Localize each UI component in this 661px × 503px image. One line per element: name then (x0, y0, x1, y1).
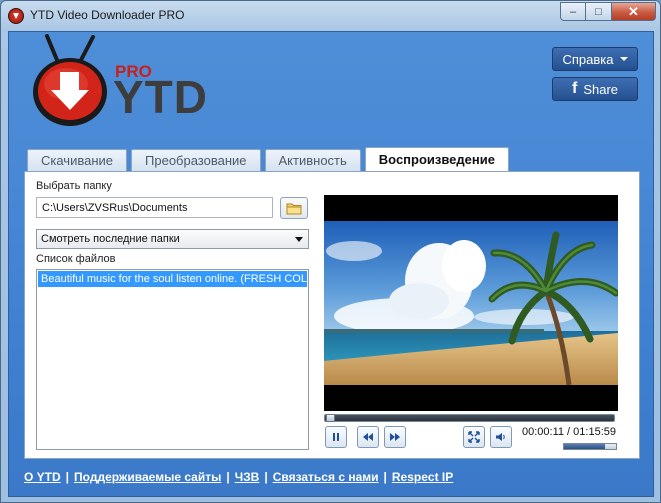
facebook-icon: f (571, 80, 578, 97)
share-label: Share (583, 81, 619, 97)
tab-activity[interactable]: Активность (264, 149, 361, 171)
link-supported-sites[interactable]: Поддерживаемые сайты (74, 470, 221, 484)
window-controls: – □ ✕ (560, 2, 656, 21)
link-faq[interactable]: ЧЗВ (235, 470, 260, 484)
pause-icon (333, 433, 339, 441)
maximize-icon: □ (595, 5, 602, 18)
folder-path-input[interactable]: C:\Users\ZVSRus\Documents (36, 197, 273, 218)
recent-folders-value: Смотреть последние папки (41, 233, 180, 245)
folder-label: Выбрать папку (36, 180, 112, 192)
help-label: Справка (562, 51, 614, 67)
share-button[interactable]: f Share (552, 77, 638, 101)
volume-slider[interactable] (563, 443, 617, 450)
logo-ytd-text: YTD (113, 71, 208, 123)
speaker-icon (496, 433, 505, 441)
close-icon: ✕ (628, 3, 639, 19)
video-player[interactable] (324, 195, 618, 411)
browse-folder-button[interactable] (280, 197, 308, 219)
video-frame (324, 221, 618, 385)
caret-down-icon (619, 57, 628, 61)
pause-button[interactable] (325, 426, 347, 448)
fullscreen-button[interactable] (463, 426, 485, 448)
folder-icon (286, 203, 302, 214)
tab-label: Преобразование (145, 153, 247, 168)
tab-label: Активность (278, 153, 347, 168)
maximize-button[interactable]: □ (586, 2, 612, 21)
time-display: 00:00:11 / 01:15:59 (522, 426, 616, 438)
link-contact[interactable]: Связаться с нами (273, 470, 379, 484)
main-area: PRO YTD Справка f Share Скачивание Преоб… (8, 31, 654, 497)
fullscreen-icon (468, 431, 480, 443)
seek-thumb[interactable] (325, 414, 335, 422)
tab-convert[interactable]: Преобразование (131, 149, 261, 171)
tab-playback[interactable]: Воспроизведение (364, 147, 509, 171)
volume-level (564, 444, 605, 449)
separator: | (226, 470, 230, 484)
app-window: YTD Video Downloader PRO – □ ✕ PRO YTD С… (0, 0, 661, 503)
tab-download[interactable]: Скачивание (27, 149, 128, 171)
title-bar[interactable]: YTD Video Downloader PRO – □ ✕ (1, 1, 660, 31)
seek-bar[interactable] (324, 414, 615, 422)
separator: | (383, 470, 387, 484)
file-list[interactable]: Beautiful music for the soul listen onli… (36, 269, 309, 450)
dropdown-arrow-icon (295, 237, 303, 242)
fast-forward-button[interactable] (384, 426, 406, 448)
help-button[interactable]: Справка (552, 47, 638, 71)
app-logo-icon[interactable] (8, 8, 24, 24)
close-button[interactable]: ✕ (612, 2, 656, 21)
link-about[interactable]: О YTD (24, 470, 61, 484)
file-list-label: Список файлов (36, 253, 116, 265)
file-list-item[interactable]: Beautiful music for the soul listen onli… (38, 271, 307, 287)
footer-links: О YTD | Поддерживаемые сайты | ЧЗВ | Связаться… (24, 470, 453, 484)
link-respect-ip[interactable]: Respect IP (392, 470, 453, 484)
fast-forward-icon (390, 433, 400, 441)
tab-label: Воспроизведение (378, 152, 495, 167)
tab-bar: Скачивание Преобразование Активность Вос… (27, 147, 513, 171)
separator: | (65, 470, 70, 484)
minimize-icon: – (569, 5, 577, 18)
tab-label: Скачивание (41, 153, 114, 168)
window-title: YTD Video Downloader PRO (30, 8, 185, 22)
volume-button[interactable] (490, 426, 512, 448)
ytd-logo: PRO YTD (33, 34, 223, 149)
separator: | (264, 470, 268, 484)
minimize-button[interactable]: – (560, 2, 586, 21)
rewind-icon (363, 433, 373, 441)
playback-panel: Выбрать папку C:\Users\ZVSRus\Documents … (24, 171, 640, 459)
recent-folders-select[interactable]: Смотреть последние папки (36, 229, 309, 249)
rewind-button[interactable] (357, 426, 379, 448)
